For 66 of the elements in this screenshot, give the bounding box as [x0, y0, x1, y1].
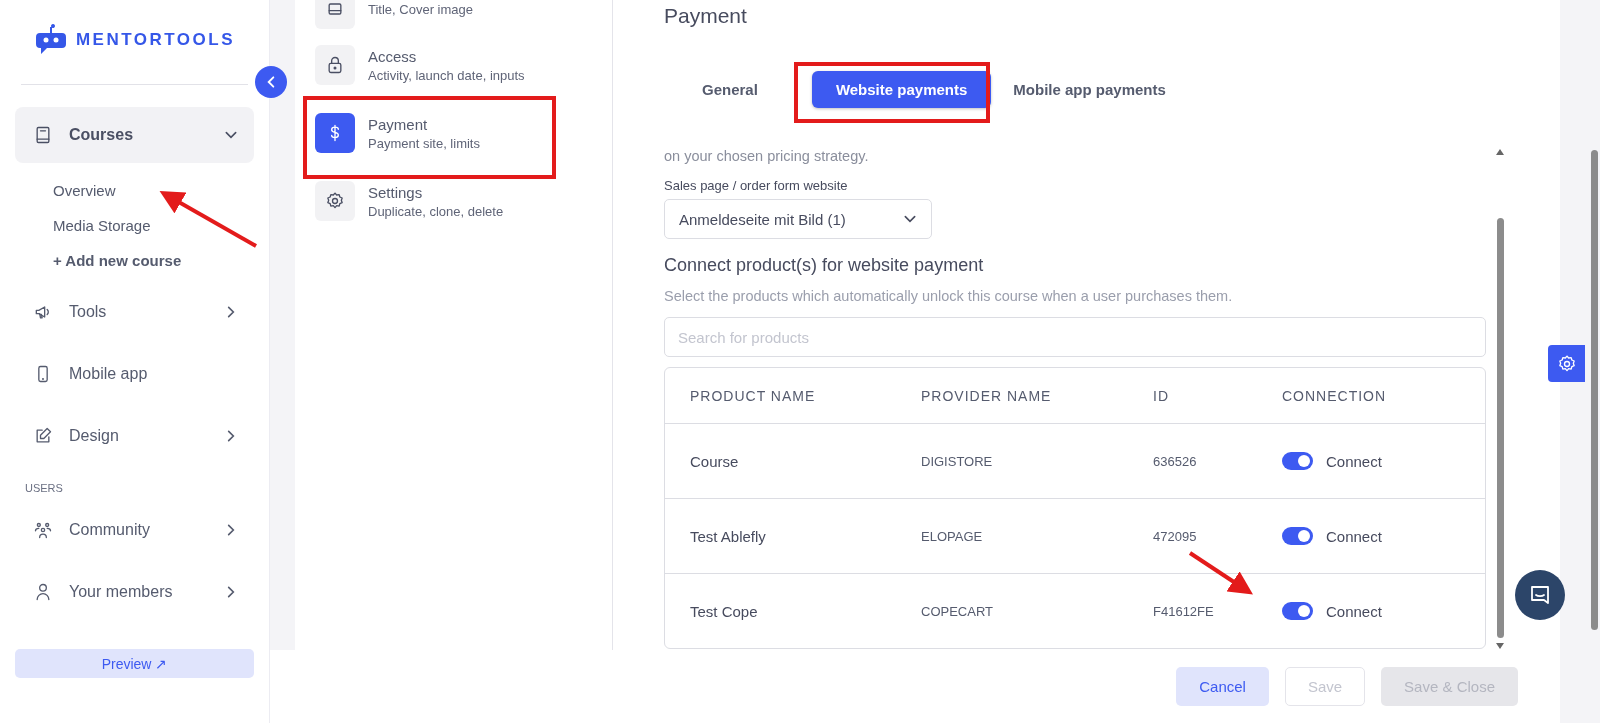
section-description: Select the products which automatically unlock this course when a user purchases them. — [664, 288, 1234, 304]
tab[interactable]: Website payments — [811, 70, 992, 108]
menu-title[interactable]: Settings — [368, 183, 504, 201]
scrollbar[interactable] — [1495, 148, 1505, 650]
column-header: PROVIDER NAME — [921, 368, 1153, 424]
table-cell: Course — [690, 452, 739, 470]
toggle-switch[interactable] — [1282, 602, 1313, 620]
menu-icon-tile[interactable] — [315, 0, 355, 29]
table-cell: 636526 — [1153, 453, 1197, 469]
column-header: ID — [1153, 368, 1282, 424]
menu-icon-tile[interactable] — [315, 113, 355, 153]
footer-button[interactable]: Cancel — [1176, 667, 1269, 706]
sidebar-item[interactable]: Your members — [15, 564, 254, 620]
sidebar-subitem[interactable]: Media Storage — [15, 208, 254, 243]
table-cell: COPECART — [921, 603, 993, 619]
menu-title[interactable]: Access — [368, 47, 525, 65]
table-cell: ELOPAGE — [921, 528, 983, 544]
tab[interactable]: General — [682, 70, 778, 108]
sidebar-item[interactable]: Community — [15, 502, 254, 558]
tab[interactable]: Mobile app payments — [993, 70, 1186, 108]
table-cell: Test Ablefly — [690, 527, 766, 545]
collapse-sidebar-button[interactable] — [255, 66, 287, 98]
section-label: USERS — [24, 481, 64, 496]
toggle-switch[interactable] — [1282, 452, 1313, 470]
toggle-switch[interactable] — [1282, 527, 1313, 545]
field-label: Sales page / order form website — [664, 178, 849, 193]
settings-button[interactable] — [1548, 345, 1585, 382]
sidebar-item[interactable]: Courses — [15, 107, 254, 163]
menu-subtitle: Title, Cover image — [368, 1, 473, 17]
sales-page-dropdown[interactable]: Anmeldeseite mit Bild (1) — [664, 199, 932, 239]
people-icon — [33, 520, 53, 540]
page-title: Payment — [664, 4, 748, 28]
scroll-down-icon[interactable] — [1495, 642, 1505, 650]
logo-text: MENTORTOOLS — [75, 30, 236, 50]
menu-subtitle: Duplicate, clone, delete — [368, 203, 504, 219]
robot-logo-icon — [33, 23, 68, 57]
sidebar-item[interactable]: Mobile app — [15, 346, 254, 402]
menu-icon-tile[interactable] — [315, 45, 355, 85]
table-cell: F41612FE — [1153, 603, 1214, 619]
search-field[interactable]: Search for products — [664, 317, 1486, 357]
menu-subtitle: Payment site, limits — [368, 135, 480, 151]
sidebar-subitem[interactable]: Overview — [15, 173, 254, 208]
gear-icon — [1556, 353, 1577, 374]
page-scrollbar[interactable] — [1591, 150, 1598, 630]
sidebar-item[interactable]: Tools — [15, 284, 254, 340]
menu-icon-tile[interactable] — [315, 181, 355, 221]
annotation-arrow — [1188, 551, 1253, 595]
toggle-label: Connect — [1326, 527, 1382, 545]
menu-subtitle: Activity, launch date, inputs — [368, 67, 525, 83]
chat-icon — [1528, 583, 1552, 607]
intro-text: on your chosen pricing strategy. — [664, 148, 870, 164]
table-cell: 472095 — [1153, 528, 1197, 544]
toggle-label: Connect — [1326, 452, 1382, 470]
add-course-link[interactable]: + Add new course — [15, 243, 254, 278]
column-header: CONNECTION — [1282, 368, 1485, 424]
menu-title[interactable]: Payment — [368, 115, 480, 133]
toggle-label: Connect — [1326, 602, 1382, 620]
table-cell: DIGISTORE — [921, 453, 993, 469]
chat-button[interactable] — [1515, 570, 1565, 620]
scroll-up-icon[interactable] — [1495, 148, 1505, 156]
gear-icon — [325, 191, 345, 211]
section-heading: Connect product(s) for website payment — [664, 255, 985, 276]
sidebar-item[interactable]: Design — [15, 408, 254, 464]
column-header: PRODUCT NAME — [665, 368, 921, 424]
table-cell: Test Cope — [690, 602, 758, 620]
preview-button[interactable]: Preview ↗ — [15, 649, 254, 678]
